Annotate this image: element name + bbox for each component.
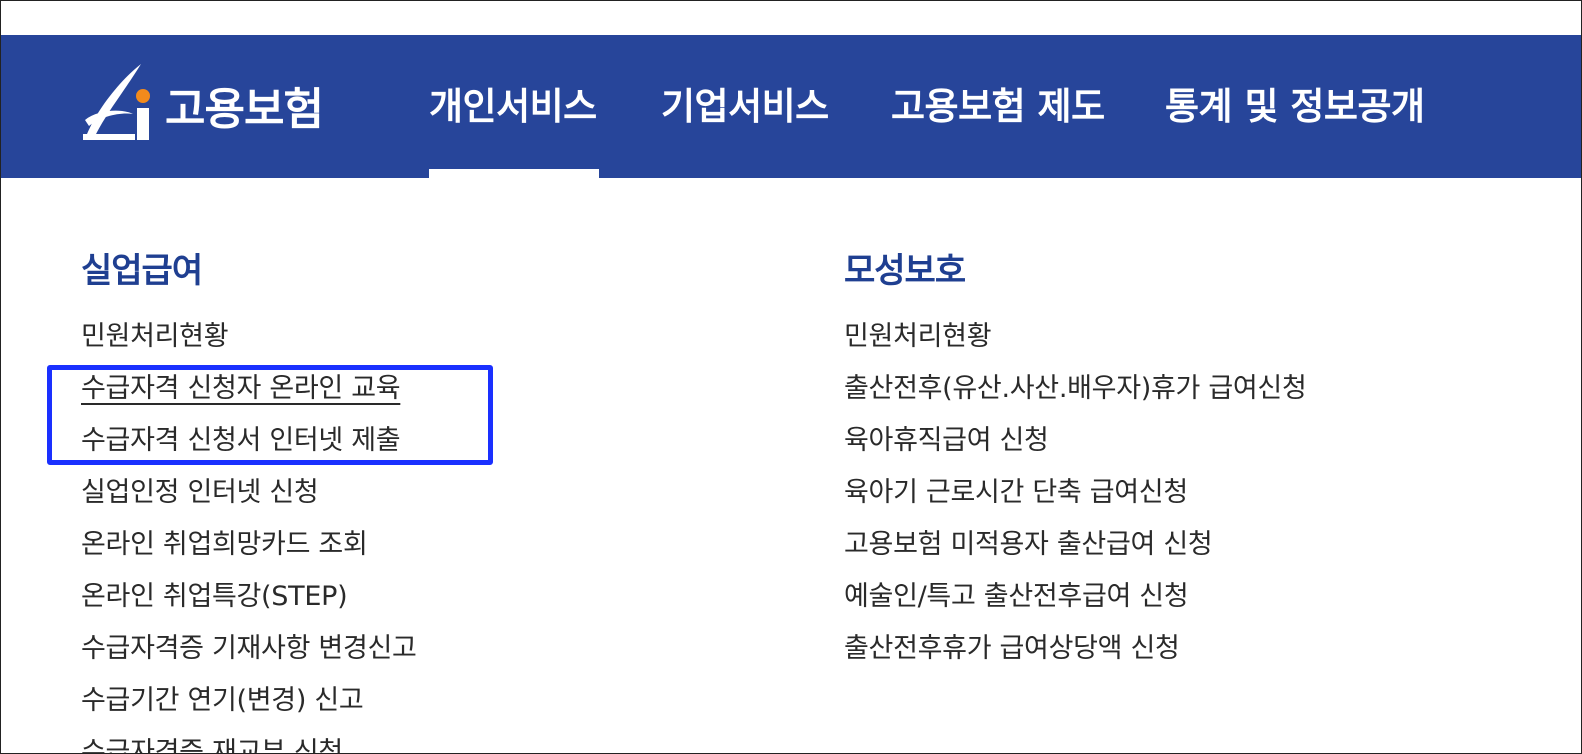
page-frame: 고용보험 개인서비스 기업서비스 고용보험 제도 통계 및 정보공개 실업급여 … bbox=[0, 0, 1582, 754]
ei-logo-icon bbox=[83, 64, 150, 140]
nav-statistics-disclosure[interactable]: 통계 및 정보공개 bbox=[1165, 35, 1425, 178]
menu-item[interactable]: 육아기 근로시간 단축 급여신청 bbox=[844, 467, 1307, 519]
nav-business-services[interactable]: 기업서비스 bbox=[661, 35, 829, 178]
nav-active-indicator bbox=[429, 169, 599, 178]
nav-personal-services[interactable]: 개인서비스 bbox=[429, 35, 597, 178]
maternity-protection-title[interactable]: 모성보호 bbox=[844, 243, 966, 292]
menu-item[interactable]: 수급자격증 기재사항 변경신고 bbox=[81, 623, 417, 675]
menu-item[interactable]: 온라인 취업희망카드 조회 bbox=[81, 519, 417, 571]
menu-item[interactable]: 온라인 취업특강(STEP) bbox=[81, 571, 417, 623]
nav-employment-insurance-system[interactable]: 고용보험 제도 bbox=[891, 35, 1105, 178]
menu-item[interactable]: 수급기간 연기(변경) 신고 bbox=[81, 675, 417, 727]
logo-text: 고용보험 bbox=[165, 84, 324, 135]
menu-item[interactable]: 수급자격 신청자 온라인 교육 bbox=[81, 363, 417, 415]
menu-item[interactable]: 수급자격 신청서 인터넷 제출 bbox=[81, 415, 417, 467]
top-navigation-bar: 고용보험 개인서비스 기업서비스 고용보험 제도 통계 및 정보공개 bbox=[1, 35, 1581, 178]
menu-item[interactable]: 민원처리현황 bbox=[844, 311, 1307, 363]
maternity-protection-menu: 민원처리현황 출산전후(유산.사산.배우자)휴가 급여신청 육아휴직급여 신청 … bbox=[844, 311, 1307, 675]
menu-item[interactable]: 수급자격증 재교부 신청 bbox=[81, 727, 417, 753]
top-strip bbox=[1, 1, 1581, 35]
unemployment-benefit-menu: 민원처리현황 수급자격 신청자 온라인 교육 수급자격 신청서 인터넷 제출 실… bbox=[81, 311, 417, 753]
menu-item[interactable]: 출산전후휴가 급여상당액 신청 bbox=[844, 623, 1307, 675]
site-logo[interactable]: 고용보험 bbox=[81, 57, 361, 147]
menu-item[interactable]: 예술인/특고 출산전후급여 신청 bbox=[844, 571, 1307, 623]
unemployment-benefit-title[interactable]: 실업급여 bbox=[81, 243, 203, 292]
menu-item[interactable]: 출산전후(유산.사산.배우자)휴가 급여신청 bbox=[844, 363, 1307, 415]
menu-item[interactable]: 고용보험 미적용자 출산급여 신청 bbox=[844, 519, 1307, 571]
menu-item[interactable]: 실업인정 인터넷 신청 bbox=[81, 467, 417, 519]
menu-item[interactable]: 육아휴직급여 신청 bbox=[844, 415, 1307, 467]
menu-item[interactable]: 민원처리현황 bbox=[81, 311, 417, 363]
